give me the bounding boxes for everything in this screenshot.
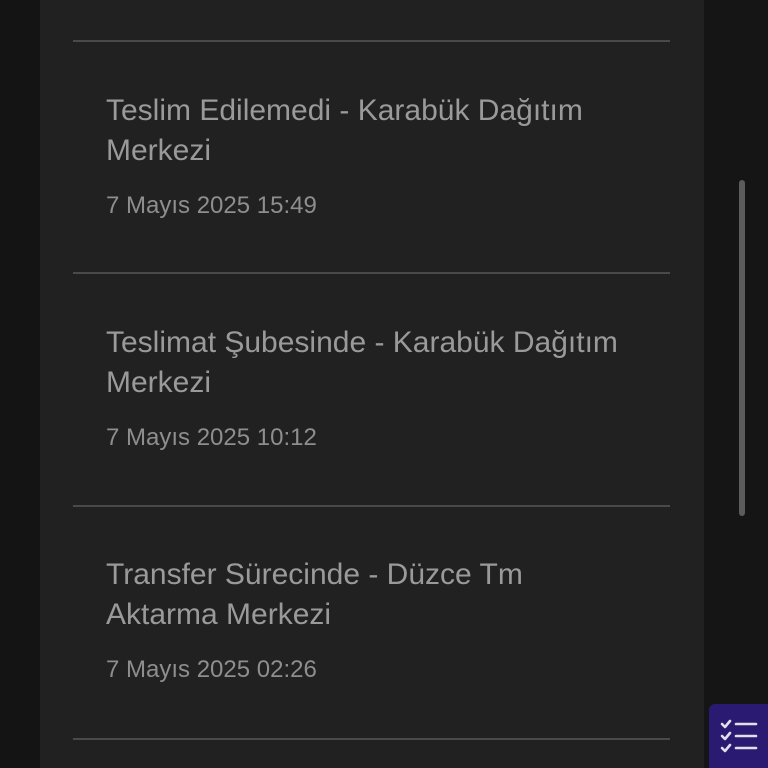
list-divider — [73, 40, 670, 42]
event-date: 7 Mayıs 2025 10:12 — [106, 424, 317, 451]
list-item[interactable]: Teslim Edilemedi - Karabük Dağıtım Merke… — [106, 91, 626, 221]
event-date: 7 Mayıs 2025 02:26 — [106, 656, 317, 683]
list-item[interactable]: Transfer Sürecinde - Düzce Tm Aktarma Me… — [106, 555, 626, 685]
event-title: Teslimat Şubesinde - Karabük Dağıtım Mer… — [106, 326, 618, 399]
list-item[interactable]: Teslimat Şubesinde - Karabük Dağıtım Mer… — [106, 323, 626, 453]
list-divider — [73, 505, 670, 507]
tracking-screen: Teslim Edilemedi - Karabük Dağıtım Merke… — [0, 0, 768, 768]
side-margin — [704, 0, 768, 768]
list-divider — [73, 272, 670, 274]
checklist-icon — [719, 716, 759, 756]
event-date: 7 Mayıs 2025 15:49 — [106, 192, 317, 219]
event-title: Transfer Sürecinde - Düzce Tm Aktarma Me… — [106, 558, 523, 631]
list-divider — [73, 738, 670, 740]
scrollbar-thumb[interactable] — [739, 180, 745, 516]
event-title: Teslim Edilemedi - Karabük Dağıtım Merke… — [106, 94, 583, 167]
checklist-button[interactable] — [709, 704, 768, 768]
